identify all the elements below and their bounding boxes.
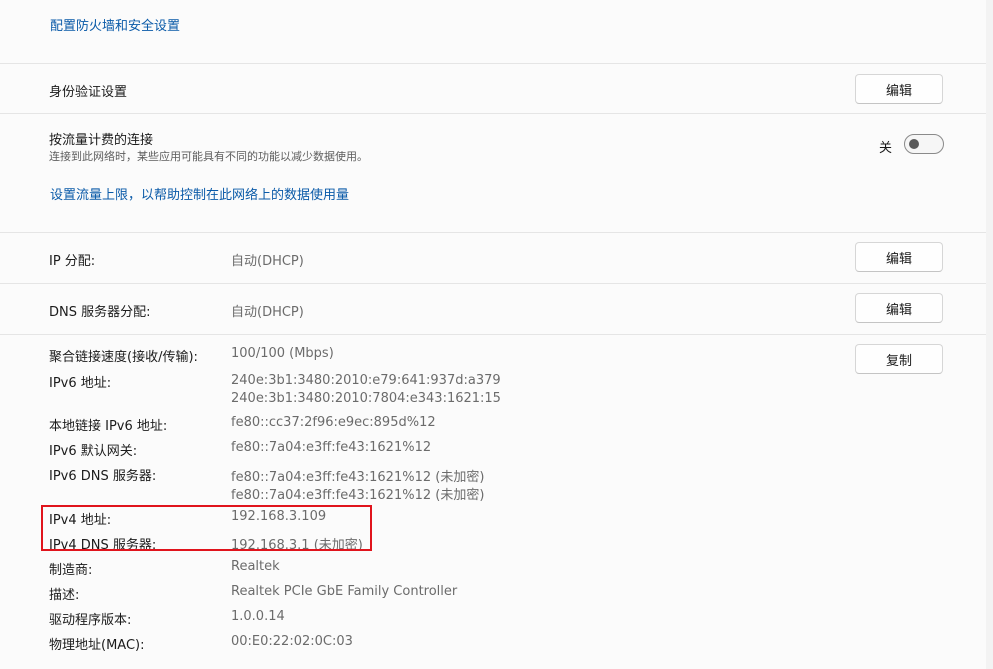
property-value: Realtek <box>231 559 280 574</box>
property-label: IPv6 DNS 服务器: <box>49 469 157 484</box>
copy-button[interactable]: 复制 <box>855 344 943 374</box>
toggle-knob <box>909 139 919 149</box>
dns-edit-button[interactable]: 编辑 <box>855 293 943 323</box>
network-properties-page: 配置防火墙和安全设置 身份验证设置 编辑 按流量计费的连接 连接到此网络时，某些… <box>0 0 993 669</box>
firewall-section: 配置防火墙和安全设置 <box>0 0 986 64</box>
property-label: 聚合链接速度(接收/传输): <box>49 350 198 365</box>
metered-connection-section: 按流量计费的连接 连接到此网络时，某些应用可能具有不同的功能以减少数据使用。 关… <box>0 114 986 233</box>
dns-assignment-row: DNS 服务器分配: 自动(DHCP) 编辑 <box>0 284 986 335</box>
property-value: 240e:3b1:3480:2010:7804:e343:1621:15 <box>231 391 501 406</box>
metered-toggle-state: 关 <box>879 141 893 156</box>
property-value: fe80::7a04:e3ff:fe43:1621%12 <box>231 440 432 455</box>
firewall-settings-link[interactable]: 配置防火墙和安全设置 <box>50 15 180 34</box>
property-label: 物理地址(MAC): <box>49 638 145 653</box>
property-label: IPv6 地址: <box>49 376 112 391</box>
auth-settings-label: 身份验证设置 <box>49 85 128 100</box>
property-value: fe80::cc37:2f96:e9ec:895d%12 <box>231 415 436 430</box>
property-value: fe80::7a04:e3ff:fe43:1621%12 (未加密) <box>231 488 485 503</box>
ip-assignment-value: 自动(DHCP) <box>231 254 304 269</box>
ip-assignment-label: IP 分配: <box>49 254 96 269</box>
property-label: 本地链接 IPv6 地址: <box>49 419 168 434</box>
property-value: 240e:3b1:3480:2010:e79:641:937d:a379 <box>231 373 501 388</box>
auth-settings-row: 身份验证设置 编辑 <box>0 64 986 114</box>
metered-connection-description: 连接到此网络时，某些应用可能具有不同的功能以减少数据使用。 <box>49 150 368 163</box>
dns-assignment-value: 自动(DHCP) <box>231 305 304 320</box>
property-value: Realtek PCIe GbE Family Controller <box>231 584 458 599</box>
property-label: 驱动程序版本: <box>49 613 132 628</box>
property-value: 00:E0:22:02:0C:03 <box>231 634 353 649</box>
property-value: 1.0.0.14 <box>231 609 285 624</box>
property-value: 100/100 (Mbps) <box>231 346 334 361</box>
property-label: IPv6 默认网关: <box>49 444 138 459</box>
ipv4-highlight-box <box>41 505 372 551</box>
metered-connection-label: 按流量计费的连接 <box>49 133 154 148</box>
scrollbar-track[interactable] <box>986 0 993 669</box>
ip-edit-button[interactable]: 编辑 <box>855 242 943 272</box>
dns-assignment-label: DNS 服务器分配: <box>49 305 151 320</box>
property-value: fe80::7a04:e3ff:fe43:1621%12 (未加密) <box>231 470 485 485</box>
data-limit-link[interactable]: 设置流量上限，以帮助控制在此网络上的数据使用量 <box>50 184 349 203</box>
property-label: 制造商: <box>49 563 93 578</box>
property-label: 描述: <box>49 588 80 603</box>
auth-edit-button[interactable]: 编辑 <box>855 74 943 104</box>
network-properties-section: 复制 聚合链接速度(接收/传输): 100/100 (Mbps) IPv6 地址… <box>0 335 986 669</box>
ip-assignment-row: IP 分配: 自动(DHCP) 编辑 <box>0 233 986 284</box>
metered-connection-toggle[interactable] <box>904 134 944 154</box>
